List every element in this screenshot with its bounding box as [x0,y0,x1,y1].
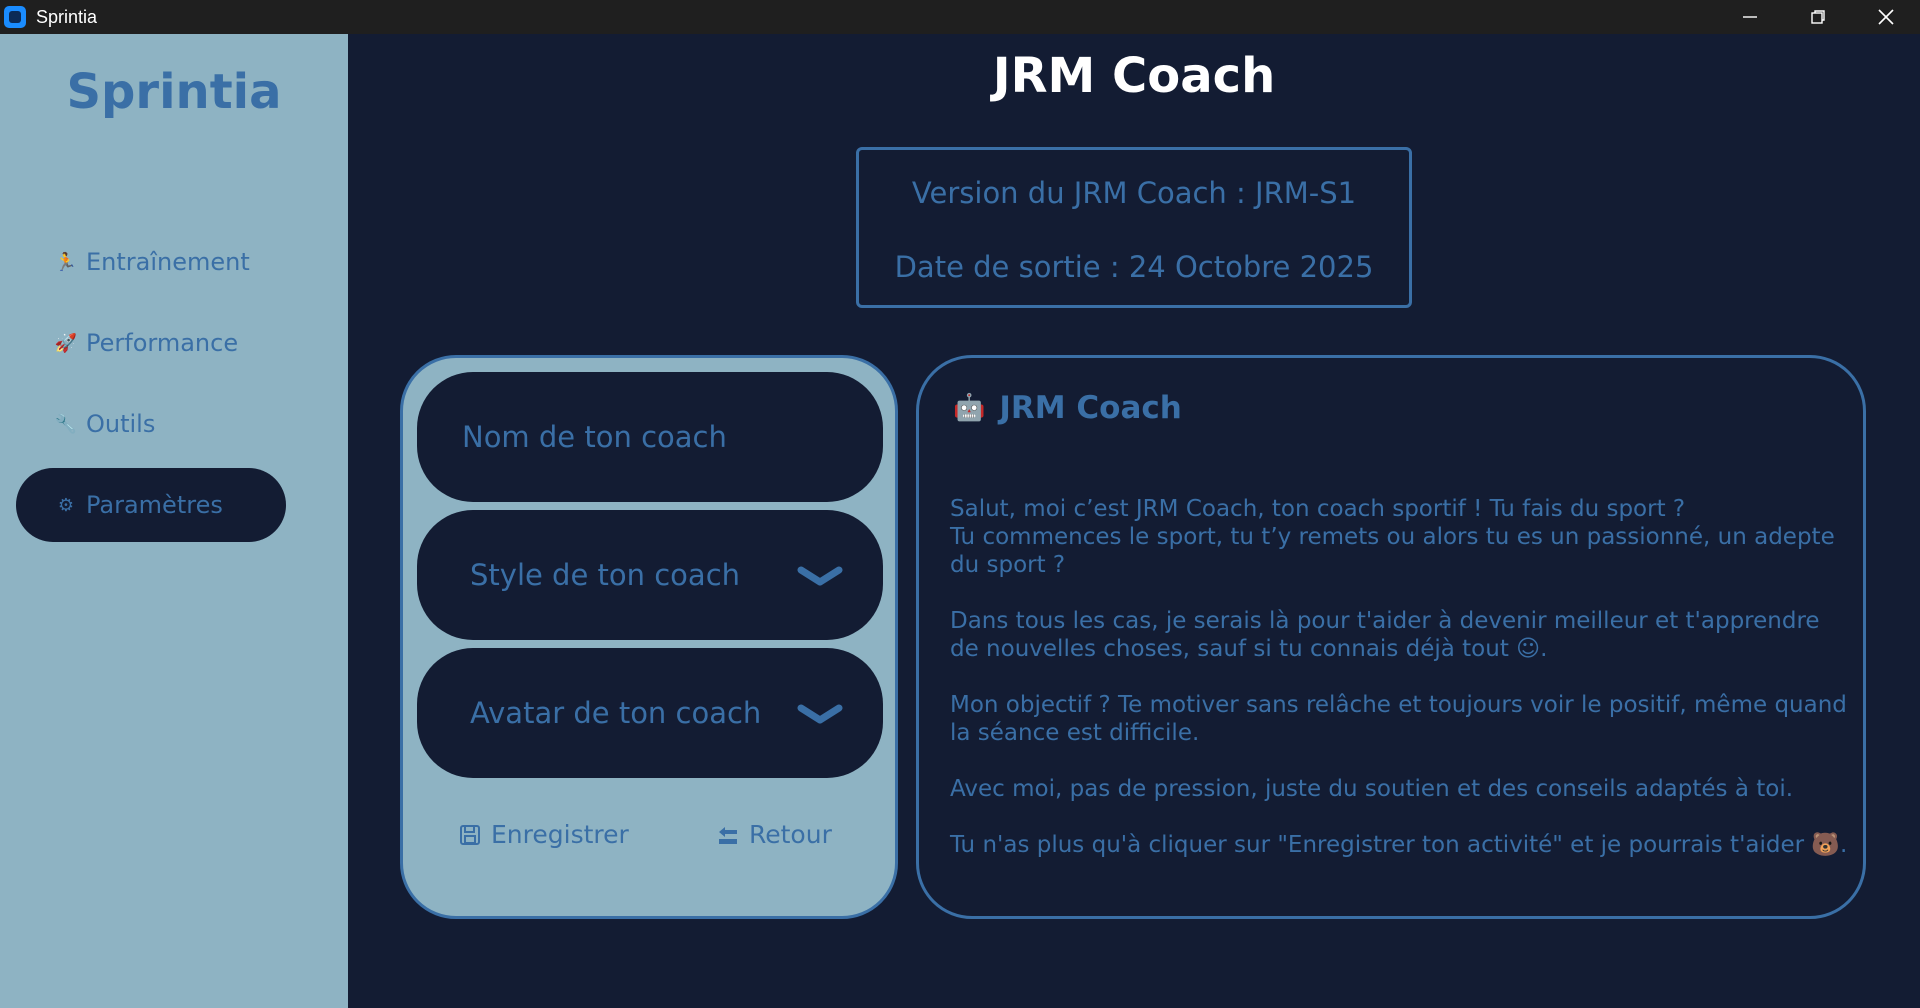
coach-style-select[interactable]: Style de ton coach [417,510,883,640]
rocket-icon: 🚀 [54,332,78,354]
info-paragraph: Avec moi, pas de pression, juste du sout… [950,776,1794,802]
coach-style-label: Style de ton coach [470,558,741,592]
info-paragraph: Tu n'as plus qu'à cliquer sur "Enregistr… [950,832,1848,858]
sidebar-item-label: Paramètres [86,491,223,519]
coach-settings-panel: Nom de ton coach Style de ton coach Avat… [400,355,898,919]
coach-avatar-label: Avatar de ton coach [470,696,762,730]
restore-icon[interactable] [1784,0,1852,34]
runner-icon: 🏃 [54,251,78,273]
app-logo-icon [4,6,26,28]
sidebar: Sprintia 🏃 Entraînement 🚀 Performance 🔧 … [0,34,348,1008]
gear-icon: ⚙ [57,494,75,516]
back-button[interactable]: Retour [717,820,832,849]
version-line: Version du JRM Coach : JRM-S1 [911,176,1357,210]
info-paragraph: Mon objectif ? Te motiver sans relâche e… [950,692,1847,746]
info-description: Salut, moi c’est JRM Coach, ton coach sp… [950,495,1850,887]
sidebar-item-label: Entraînement [86,248,250,276]
info-title-text: JRM Coach [999,390,1182,426]
window-controls [1716,0,1920,34]
sidebar-item-label: Performance [86,329,239,357]
chevron-down-icon [797,704,843,724]
save-button-label: Enregistrer [491,820,629,849]
sidebar-item-performance[interactable]: 🚀 Performance [16,306,286,380]
window-title: Sprintia [36,6,98,27]
sidebar-item-outils[interactable]: 🔧 Outils [16,387,286,461]
sidebar-item-label: Outils [86,410,156,438]
coach-name-input[interactable]: Nom de ton coach [417,372,883,502]
save-button[interactable]: Enregistrer [459,820,629,849]
minimize-icon[interactable] [1716,0,1784,34]
robot-face-icon: 🤖 [953,393,986,423]
coach-name-placeholder: Nom de ton coach [462,420,727,454]
close-icon[interactable] [1852,0,1920,34]
version-info-box: Version du JRM Coach : JRM-S1 Date de so… [856,147,1412,308]
info-paragraph: Dans tous les cas, je serais là pour t'a… [950,608,1820,662]
page-title: JRM Coach [992,48,1276,104]
back-button-label: Retour [749,820,832,849]
window-titlebar: Sprintia [0,0,1920,34]
sidebar-item-parametres[interactable]: ⚙ Paramètres [16,468,286,542]
coach-avatar-select[interactable]: Avatar de ton coach [417,648,883,778]
info-paragraph: Salut, moi c’est JRM Coach, ton coach sp… [950,496,1835,578]
sidebar-item-entrainement[interactable]: 🏃 Entraînement [16,225,286,299]
chevron-down-icon [797,566,843,586]
info-title: 🤖 JRM Coach [953,390,1182,426]
back-arrow-icon [717,824,739,846]
brand-title: Sprintia [66,64,282,120]
main-content: JRM Coach Version du JRM Coach : JRM-S1 … [348,34,1920,1008]
release-date-line: Date de sortie : 24 Octobre 2025 [894,250,1374,284]
coach-info-panel: 🤖 JRM Coach Salut, moi c’est JRM Coach, … [916,355,1866,919]
wrench-icon: 🔧 [54,413,78,435]
floppy-disk-icon [459,824,481,846]
